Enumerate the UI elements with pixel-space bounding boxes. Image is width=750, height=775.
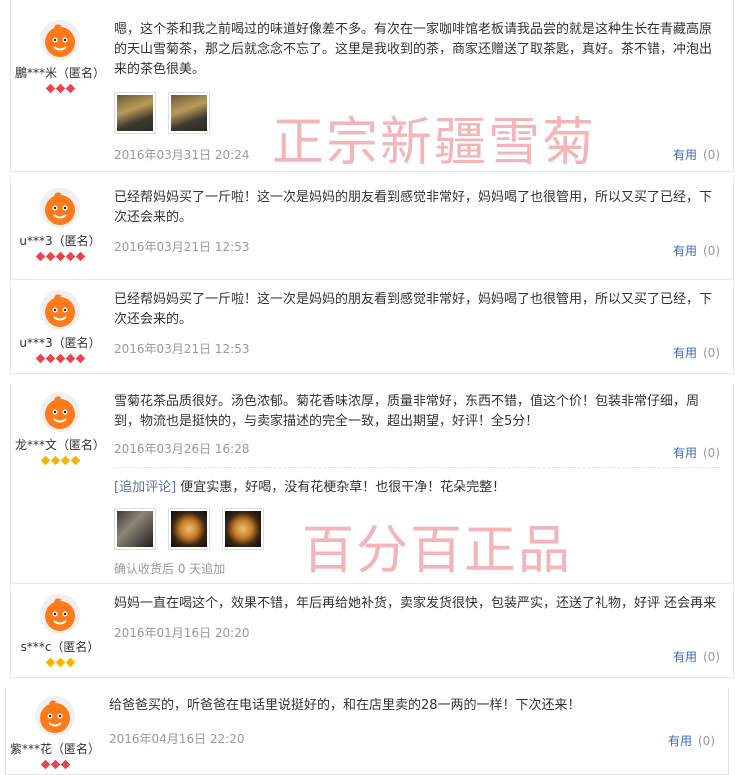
photo-thumbnail[interactable] [114, 92, 156, 134]
avatar[interactable] [40, 290, 80, 330]
useful-vote: 有用 (0) [673, 146, 720, 163]
useful-button[interactable]: 有用 [668, 734, 692, 748]
useful-button[interactable]: 有用 [673, 446, 697, 460]
reviewer-info: s***c（匿名） [10, 594, 110, 668]
review-text: 雪菊花茶品质很好。汤色浓郁。菊花香味浓厚，质量非常好，东西不错，值这个价！包装非… [114, 394, 700, 429]
avatar-mascot-icon [45, 192, 75, 225]
useful-count: (0) [703, 446, 720, 460]
photo-thumbnail[interactable] [114, 508, 156, 550]
append-review: [追加评论] 便宜实惠，好喝，没有花梗杂草！也很干净！花朵完整！ [114, 478, 720, 498]
review-content: 妈妈一直在喝这个，效果不错，年后再给她补货，卖家发货很快，包装严实，还送了礼物，… [114, 594, 720, 664]
append-review-text: 便宜实惠，好喝，没有花梗杂草！也很干净！花朵完整！ [180, 480, 506, 495]
append-photos [114, 508, 720, 550]
review-text: 嗯，这个茶和我之前喝过的味道好像差不多。有次在一家咖啡馆老板请我品尝的就是这种生… [114, 22, 713, 77]
photo-thumbnail[interactable] [222, 508, 264, 550]
useful-count: (0) [698, 734, 715, 748]
useful-vote: 有用 (0) [673, 242, 720, 259]
review-card: 鵬***米（匿名） 嗯，这个茶和我之前喝过的味道好像差不多。有次在一家咖啡馆老板… [10, 0, 734, 172]
photo-thumbnail[interactable] [168, 92, 210, 134]
rank-badge [10, 657, 110, 668]
avatar-mascot-icon [45, 396, 75, 429]
review-date: 2016年01月16日 20:20 [114, 626, 250, 640]
reviewer-name[interactable]: u***3（匿名） [10, 334, 110, 351]
useful-button[interactable]: 有用 [673, 244, 697, 258]
rank-badge [5, 759, 105, 770]
avatar-mascot-icon [45, 598, 75, 631]
useful-vote: 有用 (0) [673, 344, 720, 361]
useful-count: (0) [703, 346, 720, 360]
avatar-mascot-icon [45, 24, 75, 57]
avatar[interactable] [40, 188, 80, 228]
reviewer-name[interactable]: u***3（匿名） [10, 232, 110, 249]
avatar-mascot-icon [45, 294, 75, 327]
reviewer-info: u***3（匿名） [10, 290, 110, 364]
useful-button[interactable]: 有用 [673, 346, 697, 360]
rank-badge [10, 353, 110, 364]
useful-vote: 有用 (0) [673, 648, 720, 665]
review-content: 雪菊花茶品质很好。汤色浓郁。菊花香味浓厚，质量非常好，东西不错，值这个价！包装非… [114, 392, 720, 577]
avatar[interactable] [40, 392, 80, 432]
rank-badge [10, 251, 110, 262]
append-review-label: [追加评论] [114, 480, 177, 495]
reviewer-info: 鵬***米（匿名） [10, 20, 110, 94]
useful-vote: 有用 (0) [668, 732, 715, 749]
avatar[interactable] [35, 696, 75, 736]
rank-badge [10, 83, 110, 94]
rank-badge [10, 455, 110, 466]
useful-button[interactable]: 有用 [673, 650, 697, 664]
useful-count: (0) [703, 650, 720, 664]
avatar-mascot-icon [40, 700, 70, 733]
useful-count: (0) [703, 244, 720, 258]
review-card: 紫***花（匿名） 给爸爸买的，听爸爸在电话里说挺好的，和在店里卖的28一两的一… [5, 688, 729, 775]
review-content: 已经帮妈妈买了一斤啦！这一次是妈妈的朋友看到感觉非常好，妈妈喝了也很管用，所以又… [114, 290, 720, 360]
review-card: 龙***文（匿名） 雪菊花茶品质很好。汤色浓郁。菊花香味浓厚，质量非常好，东西不… [10, 384, 734, 584]
review-content: 已经帮妈妈买了一斤啦！这一次是妈妈的朋友看到感觉非常好，妈妈喝了也很管用，所以又… [114, 188, 720, 258]
useful-button[interactable]: 有用 [673, 148, 697, 162]
append-note: 确认收货后 0 天追加 [114, 562, 226, 576]
review-text: 给爸爸买的，听爸爸在电话里说挺好的，和在店里卖的28一两的一样！下次还来！ [109, 698, 581, 713]
review-photos [114, 92, 720, 134]
review-text: 已经帮妈妈买了一斤啦！这一次是妈妈的朋友看到感觉非常好，妈妈喝了也很管用，所以又… [114, 292, 713, 327]
reviewer-info: u***3（匿名） [10, 188, 110, 262]
review-date: 2016年03月31日 20:24 [114, 148, 250, 162]
review-date: 2016年03月21日 12:53 [114, 240, 250, 254]
reviewer-name[interactable]: 龙***文（匿名） [10, 436, 110, 453]
review-card: s***c（匿名） 妈妈一直在喝这个，效果不错，年后再给她补货，卖家发货很快，包… [10, 586, 734, 678]
review-content: 给爸爸买的，听爸爸在电话里说挺好的，和在店里卖的28一两的一样！下次还来！ 20… [109, 696, 715, 749]
reviewer-name[interactable]: 鵬***米（匿名） [10, 64, 110, 81]
useful-vote: 有用 (0) [673, 444, 720, 461]
avatar[interactable] [40, 594, 80, 634]
review-date: 2016年03月21日 12:53 [114, 342, 250, 356]
review-text: 已经帮妈妈买了一斤啦！这一次是妈妈的朋友看到感觉非常好，妈妈喝了也很管用，所以又… [114, 190, 713, 225]
photo-thumbnail[interactable] [168, 508, 210, 550]
review-content: 嗯，这个茶和我之前喝过的味道好像差不多。有次在一家咖啡馆老板请我品尝的就是这种生… [114, 20, 720, 163]
review-date: 2016年03月26日 16:28 [114, 442, 250, 456]
review-date: 2016年04月16日 22:20 [109, 732, 245, 746]
divider [114, 467, 720, 468]
review-card: u***3（匿名） 已经帮妈妈买了一斤啦！这一次是妈妈的朋友看到感觉非常好，妈妈… [10, 178, 734, 280]
reviewer-info: 龙***文（匿名） [10, 392, 110, 466]
reviewer-info: 紫***花（匿名） [5, 696, 105, 770]
useful-count: (0) [703, 148, 720, 162]
reviewer-name[interactable]: 紫***花（匿名） [5, 740, 105, 757]
avatar[interactable] [40, 20, 80, 60]
reviewer-name[interactable]: s***c（匿名） [10, 638, 110, 655]
review-card: u***3（匿名） 已经帮妈妈买了一斤啦！这一次是妈妈的朋友看到感觉非常好，妈妈… [10, 282, 734, 374]
review-text: 妈妈一直在喝这个，效果不错，年后再给她补货，卖家发货很快，包装严实，还送了礼物，… [114, 596, 717, 611]
